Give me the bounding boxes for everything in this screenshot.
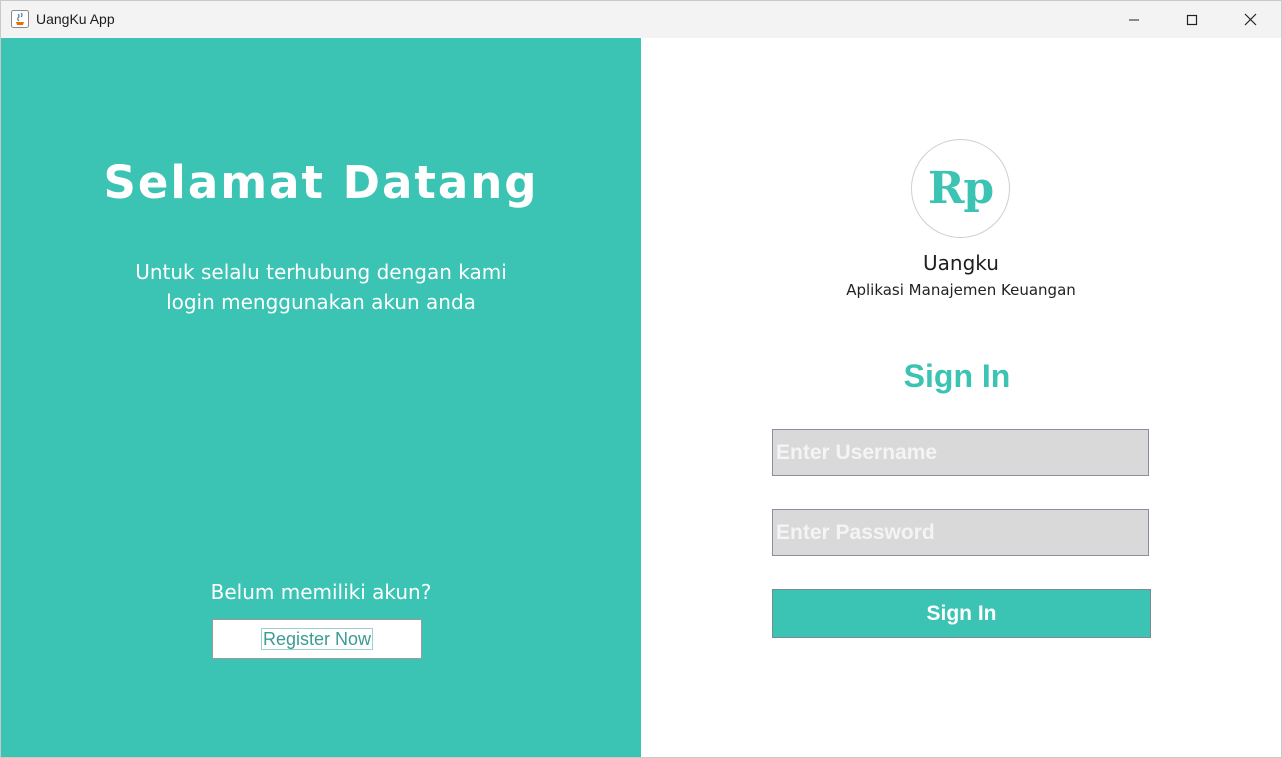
java-icon bbox=[11, 10, 29, 28]
register-button-label: Register Now bbox=[260, 628, 374, 650]
maximize-button[interactable] bbox=[1163, 1, 1221, 38]
no-account-text: Belum memiliki akun? bbox=[210, 580, 432, 604]
password-input[interactable] bbox=[772, 509, 1149, 556]
window-title: UangKu App bbox=[36, 11, 115, 27]
welcome-heading: Selamat Datang bbox=[103, 156, 539, 209]
close-button[interactable] bbox=[1221, 1, 1279, 38]
welcome-subtitle-line1: Untuk selalu terhubung dengan kami bbox=[135, 260, 507, 284]
title-bar[interactable]: UangKu App bbox=[1, 1, 1281, 38]
welcome-subtitle-line2: login menggunakan akun anda bbox=[166, 290, 476, 314]
welcome-panel: Selamat Datang Untuk selalu terhubung de… bbox=[1, 38, 641, 757]
logo: Rp bbox=[911, 139, 1010, 238]
minimize-icon bbox=[1129, 19, 1139, 20]
app-tagline: Aplikasi Manajemen Keuangan bbox=[846, 281, 1076, 299]
close-icon bbox=[1244, 13, 1256, 26]
logo-text: Rp bbox=[927, 163, 994, 214]
app-window: UangKu App Selamat Datang Untuk selalu t… bbox=[0, 0, 1282, 758]
register-button[interactable]: Register Now bbox=[212, 619, 422, 659]
signin-heading: Sign In bbox=[903, 358, 1011, 394]
maximize-icon bbox=[1186, 14, 1198, 25]
app-name: Uangku bbox=[923, 251, 999, 275]
minimize-button[interactable] bbox=[1105, 1, 1163, 38]
login-panel: Rp Uangku Aplikasi Manajemen Keuangan Si… bbox=[641, 38, 1281, 757]
signin-button[interactable]: Sign In bbox=[772, 589, 1151, 638]
username-input[interactable] bbox=[772, 429, 1149, 476]
